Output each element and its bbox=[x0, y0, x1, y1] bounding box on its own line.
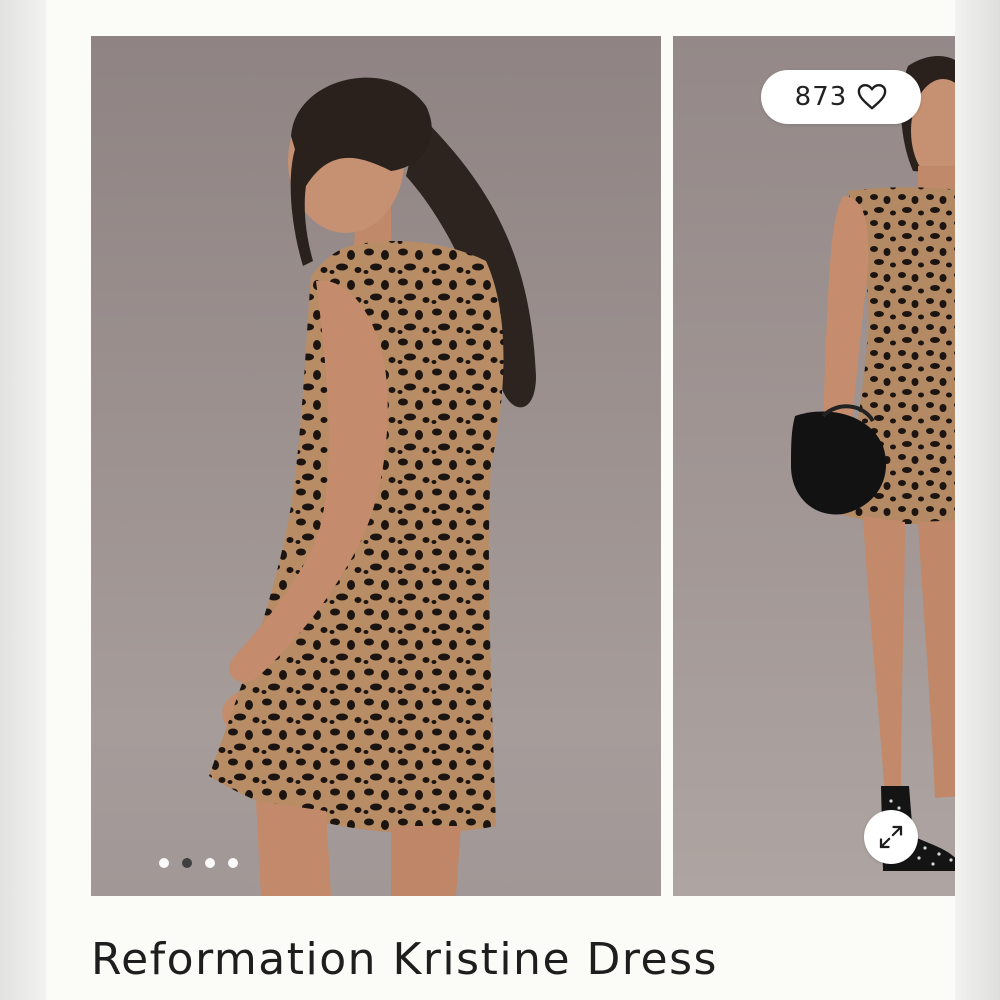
expand-image-button[interactable] bbox=[864, 810, 918, 864]
carousel-dots bbox=[159, 858, 238, 868]
model-back-illustration bbox=[209, 77, 536, 896]
product-title: Reformation Kristine Dress bbox=[91, 934, 718, 985]
carousel-dot-active[interactable] bbox=[182, 858, 192, 868]
background-edge-left bbox=[0, 0, 46, 1000]
like-count: 873 bbox=[794, 82, 848, 112]
background-edge-right bbox=[955, 0, 1000, 1000]
carousel-dot[interactable] bbox=[159, 858, 169, 868]
like-button[interactable]: 873 bbox=[761, 70, 921, 124]
carousel-dot[interactable] bbox=[228, 858, 238, 868]
carousel-dot[interactable] bbox=[205, 858, 215, 868]
product-card: 873 Reformation Kristine Dress bbox=[46, 0, 955, 1000]
product-image-secondary[interactable] bbox=[673, 36, 955, 896]
model-front-illustration bbox=[791, 56, 955, 871]
product-image-main[interactable] bbox=[91, 36, 661, 896]
heart-outline-icon bbox=[858, 83, 887, 110]
expand-arrows-icon bbox=[879, 825, 903, 849]
